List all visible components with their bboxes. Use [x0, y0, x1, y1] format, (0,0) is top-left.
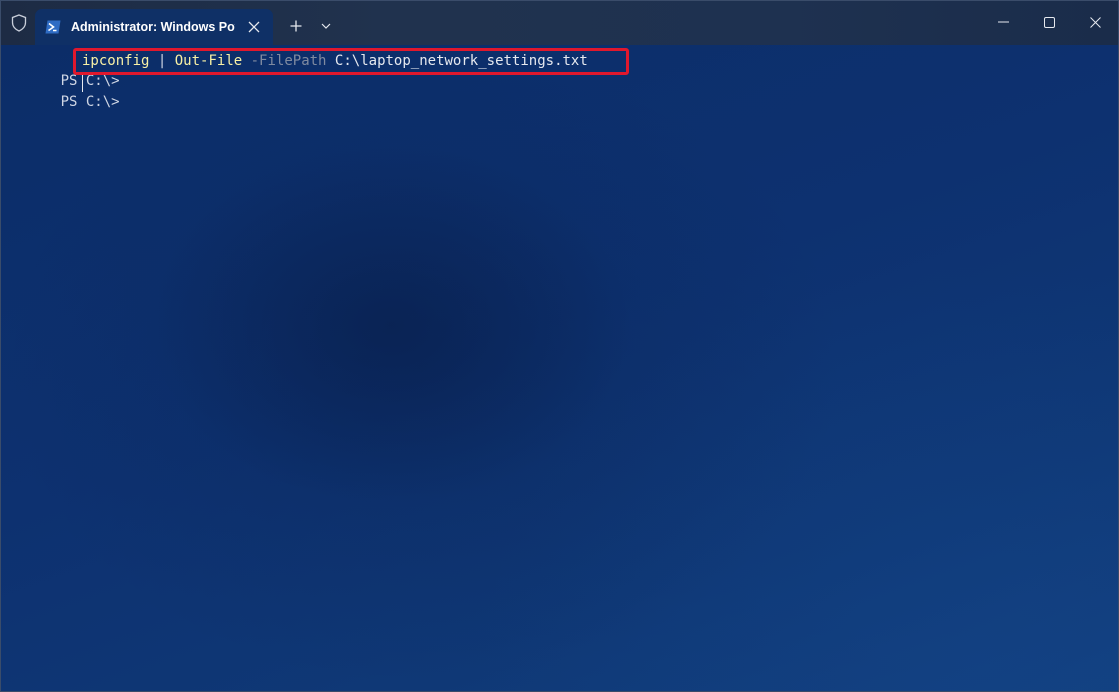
terminal-window: Administrator: Windows PowerShell	[0, 0, 1119, 692]
text-cursor	[82, 75, 83, 92]
command-text: ipconfig | Out-File -FilePath C:\laptop_…	[82, 51, 588, 71]
tab-dropdown-button[interactable]	[315, 15, 337, 37]
new-tab-button[interactable]	[285, 15, 307, 37]
close-icon	[248, 21, 260, 33]
cmdlet-name: Out-File	[174, 53, 243, 69]
close-tab-button[interactable]	[247, 20, 261, 34]
title-bar: Administrator: Windows PowerShell	[1, 1, 1118, 45]
parameter-argument: C:\laptop_network_settings.txt	[334, 53, 588, 69]
parameter-name: -FilePath	[250, 53, 327, 69]
plus-icon	[290, 20, 302, 32]
tab-title: Administrator: Windows PowerShell	[71, 20, 235, 34]
minimize-icon	[997, 21, 1009, 23]
minimize-button[interactable]	[983, 7, 1023, 37]
close-icon	[1089, 16, 1101, 28]
maximize-icon	[1043, 16, 1055, 28]
tab-powershell[interactable]: Administrator: Windows PowerShell	[35, 9, 273, 45]
shield-icon[interactable]	[7, 11, 31, 35]
maximize-button[interactable]	[1029, 7, 1069, 37]
powershell-icon	[45, 20, 61, 34]
close-window-button[interactable]	[1075, 7, 1115, 37]
prompt: PS C:\>	[60, 94, 120, 110]
command-name: ipconfig	[82, 53, 150, 69]
pipe-operator: |	[157, 53, 167, 69]
terminal-output[interactable]: PS C:\> ipconfig | Out-File -FilePath C:…	[1, 45, 1118, 691]
chevron-down-icon	[321, 23, 331, 29]
prompt-line: PS C:\>	[10, 72, 120, 110]
